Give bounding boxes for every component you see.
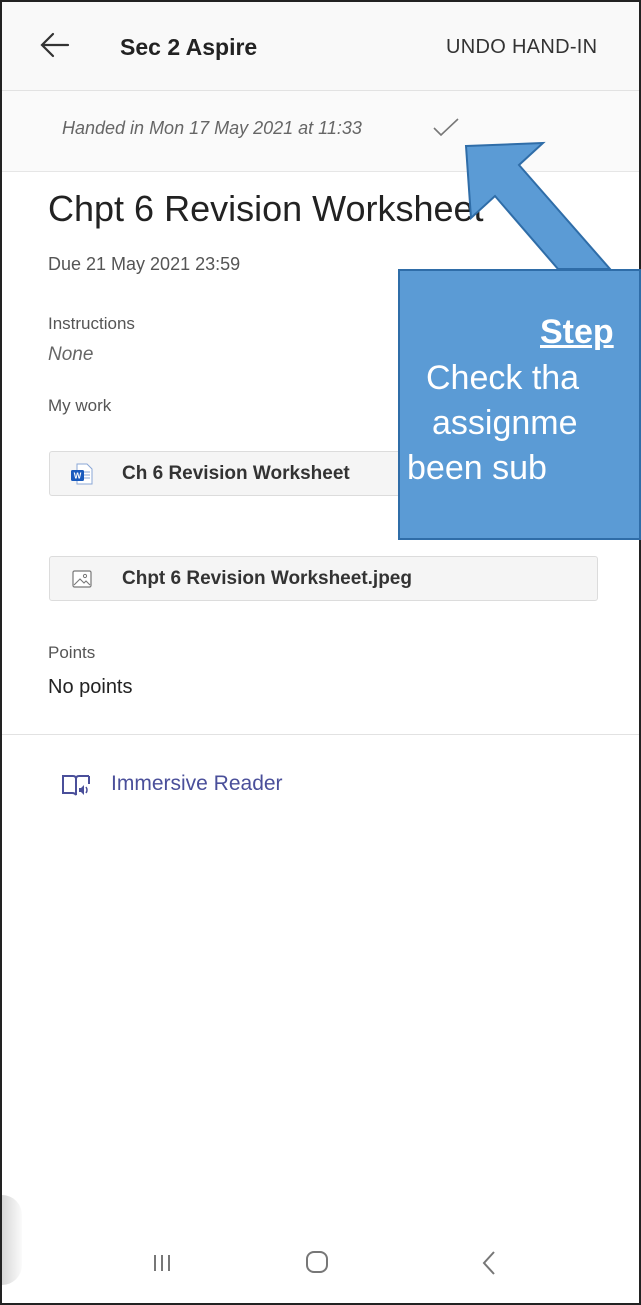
divider [2, 734, 639, 735]
immersive-reader-label: Immersive Reader [111, 772, 283, 795]
instructions-label: Instructions [48, 314, 135, 333]
app-header: Sec 2 Aspire UNDO HAND-IN [2, 2, 639, 90]
callout-step: Step [540, 313, 614, 351]
handed-in-status: Handed in Mon 17 May 2021 at 11:33 [62, 118, 362, 138]
assignment-title: Chpt 6 Revision Worksheet [48, 188, 484, 229]
points-label: Points [48, 643, 96, 662]
my-work-label: My work [48, 396, 112, 415]
checkmark-icon [433, 118, 459, 137]
callout-line: Check tha [426, 359, 580, 397]
system-nav-bar [2, 1235, 639, 1303]
due-date: Due 21 May 2021 23:59 [48, 254, 241, 274]
home-icon[interactable] [304, 1249, 330, 1275]
file-name: Chpt 6 Revision Worksheet.jpeg [122, 568, 412, 589]
nav-back-icon[interactable] [480, 1249, 498, 1277]
recent-apps-icon[interactable] [150, 1251, 174, 1275]
undo-hand-in-button[interactable]: UNDO HAND-IN [446, 36, 597, 59]
image-file-icon [72, 570, 92, 588]
instructions-value: None [48, 344, 94, 365]
callout-line: been sub [407, 449, 547, 487]
back-arrow-icon[interactable] [38, 28, 72, 62]
file-name: Ch 6 Revision Worksheet [122, 463, 350, 484]
divider [2, 171, 639, 172]
immersive-reader-icon [62, 775, 90, 796]
annotation-callout: Step Check tha assignme been sub [398, 269, 641, 540]
points-value: No points [48, 676, 133, 698]
callout-line: assignme [432, 404, 578, 442]
word-doc-icon: W [71, 463, 93, 485]
file-attachment[interactable]: Chpt 6 Revision Worksheet.jpeg [49, 556, 598, 601]
svg-text:W: W [74, 472, 82, 481]
class-title: Sec 2 Aspire [120, 34, 258, 60]
